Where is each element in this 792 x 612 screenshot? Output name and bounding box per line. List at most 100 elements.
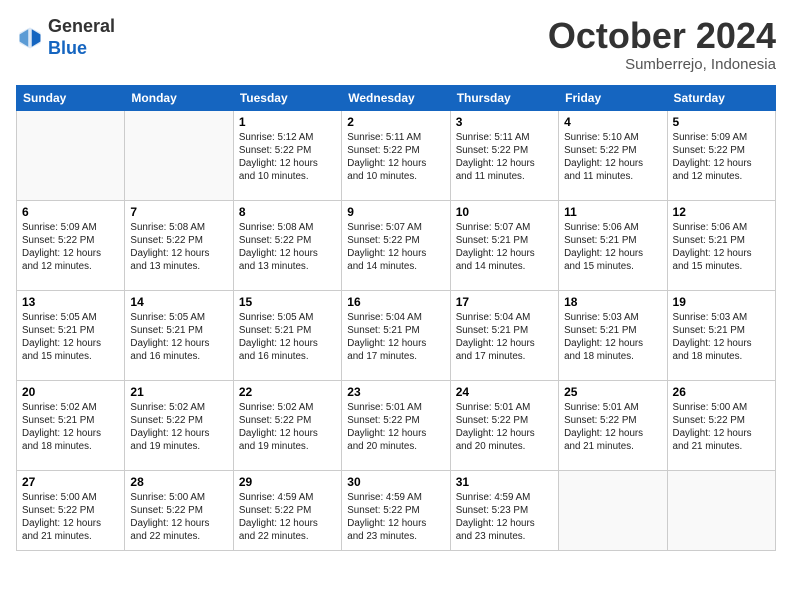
day-info: Sunrise: 5:09 AM Sunset: 5:22 PM Dayligh… — [22, 221, 119, 274]
calendar-cell: 21 Sunrise: 5:02 AM Sunset: 5:22 PM Dayli… — [125, 380, 233, 470]
calendar-week-row: 20 Sunrise: 5:02 AM Sunset: 5:21 PM Dayli… — [17, 380, 776, 470]
calendar-cell: 14Sunrise: 5:05 AM Sunset: 5:21 PM Dayli… — [125, 290, 233, 380]
day-info: Sunrise: 5:08 AM Sunset: 5:22 PM Dayligh… — [239, 221, 336, 274]
day-number: 12 — [673, 205, 770, 219]
day-number: 8 — [239, 205, 336, 219]
calendar-header-row: SundayMondayTuesdayWednesdayThursdayFrid… — [17, 85, 776, 110]
day-number: 5 — [673, 115, 770, 129]
day-info: Sunrise: 5:05 AM Sunset: 5:21 PM Dayligh… — [22, 311, 119, 364]
day-number: 25 — [564, 385, 661, 399]
month-title: October 2024 — [548, 16, 776, 56]
day-info: Sunrise: 4:59 AM Sunset: 5:22 PM Dayligh… — [347, 491, 444, 544]
day-info: Sunrise: 5:00 AM Sunset: 5:22 PM Dayligh… — [22, 491, 119, 544]
calendar-cell: 31Sunrise: 4:59 AM Sunset: 5:23 PM Dayli… — [450, 470, 558, 550]
calendar-cell: 2Sunrise: 5:11 AM Sunset: 5:22 PM Daylig… — [342, 110, 450, 200]
day-info: Sunrise: 5:02 AM Sunset: 5:22 PM Dayligh… — [130, 401, 227, 454]
day-info: Sunrise: 5:03 AM Sunset: 5:21 PM Dayligh… — [673, 311, 770, 364]
day-number: 11 — [564, 205, 661, 219]
day-number: 24 — [456, 385, 553, 399]
day-number: 19 — [673, 295, 770, 309]
logo: General Blue — [16, 16, 115, 59]
day-number: 31 — [456, 475, 553, 489]
day-info: Sunrise: 5:08 AM Sunset: 5:22 PM Dayligh… — [130, 221, 227, 274]
day-info: Sunrise: 5:11 AM Sunset: 5:22 PM Dayligh… — [456, 131, 553, 184]
day-number: 29 — [239, 475, 336, 489]
day-number: 10 — [456, 205, 553, 219]
day-info: Sunrise: 5:11 AM Sunset: 5:22 PM Dayligh… — [347, 131, 444, 184]
calendar-cell: 9 Sunrise: 5:07 AM Sunset: 5:22 PM Daylig… — [342, 200, 450, 290]
day-info: Sunrise: 5:07 AM Sunset: 5:22 PM Dayligh… — [347, 221, 444, 274]
title-block: October 2024 Sumberrejo, Indonesia — [548, 16, 776, 73]
logo-text: General Blue — [48, 16, 115, 59]
day-number: 23 — [347, 385, 444, 399]
calendar-week-row: 6 Sunrise: 5:09 AM Sunset: 5:22 PM Daylig… — [17, 200, 776, 290]
day-number: 14 — [130, 295, 227, 309]
calendar-cell: 16 Sunrise: 5:04 AM Sunset: 5:21 PM Dayli… — [342, 290, 450, 380]
day-info: Sunrise: 5:00 AM Sunset: 5:22 PM Dayligh… — [130, 491, 227, 544]
day-number: 17 — [456, 295, 553, 309]
day-number: 15 — [239, 295, 336, 309]
day-info: Sunrise: 5:01 AM Sunset: 5:22 PM Dayligh… — [564, 401, 661, 454]
calendar-cell: 15 Sunrise: 5:05 AM Sunset: 5:21 PM Dayli… — [233, 290, 341, 380]
day-info: Sunrise: 5:06 AM Sunset: 5:21 PM Dayligh… — [564, 221, 661, 274]
logo-icon — [16, 24, 44, 52]
calendar-header-saturday: Saturday — [667, 85, 775, 110]
calendar-cell: 5 Sunrise: 5:09 AM Sunset: 5:22 PM Daylig… — [667, 110, 775, 200]
day-info: Sunrise: 5:04 AM Sunset: 5:21 PM Dayligh… — [347, 311, 444, 364]
day-info: Sunrise: 5:10 AM Sunset: 5:22 PM Dayligh… — [564, 131, 661, 184]
calendar-header-thursday: Thursday — [450, 85, 558, 110]
calendar-week-row: 1 Sunrise: 5:12 AM Sunset: 5:22 PM Daylig… — [17, 110, 776, 200]
calendar-cell: 17Sunrise: 5:04 AM Sunset: 5:21 PM Dayli… — [450, 290, 558, 380]
day-info: Sunrise: 5:09 AM Sunset: 5:22 PM Dayligh… — [673, 131, 770, 184]
calendar-cell: 6 Sunrise: 5:09 AM Sunset: 5:22 PM Daylig… — [17, 200, 125, 290]
day-info: Sunrise: 5:02 AM Sunset: 5:22 PM Dayligh… — [239, 401, 336, 454]
calendar-header-monday: Monday — [125, 85, 233, 110]
calendar-cell: 1 Sunrise: 5:12 AM Sunset: 5:22 PM Daylig… — [233, 110, 341, 200]
calendar-cell — [559, 470, 667, 550]
day-info: Sunrise: 5:01 AM Sunset: 5:22 PM Dayligh… — [347, 401, 444, 454]
calendar-cell: 12 Sunrise: 5:06 AM Sunset: 5:21 PM Dayli… — [667, 200, 775, 290]
calendar-header-wednesday: Wednesday — [342, 85, 450, 110]
calendar-header-sunday: Sunday — [17, 85, 125, 110]
day-info: Sunrise: 5:05 AM Sunset: 5:21 PM Dayligh… — [239, 311, 336, 364]
calendar-cell: 24 Sunrise: 5:01 AM Sunset: 5:22 PM Dayli… — [450, 380, 558, 470]
calendar-cell: 10 Sunrise: 5:07 AM Sunset: 5:21 PM Dayli… — [450, 200, 558, 290]
day-info: Sunrise: 5:01 AM Sunset: 5:22 PM Dayligh… — [456, 401, 553, 454]
calendar-cell: 29 Sunrise: 4:59 AM Sunset: 5:22 PM Dayli… — [233, 470, 341, 550]
day-info: Sunrise: 5:02 AM Sunset: 5:21 PM Dayligh… — [22, 401, 119, 454]
day-number: 1 — [239, 115, 336, 129]
day-number: 21 — [130, 385, 227, 399]
calendar-week-row: 13 Sunrise: 5:05 AM Sunset: 5:21 PM Dayli… — [17, 290, 776, 380]
calendar-cell: 27 Sunrise: 5:00 AM Sunset: 5:22 PM Dayli… — [17, 470, 125, 550]
day-info: Sunrise: 5:06 AM Sunset: 5:21 PM Dayligh… — [673, 221, 770, 274]
calendar-cell: 7Sunrise: 5:08 AM Sunset: 5:22 PM Daylig… — [125, 200, 233, 290]
calendar-header-friday: Friday — [559, 85, 667, 110]
day-number: 3 — [456, 115, 553, 129]
day-number: 26 — [673, 385, 770, 399]
day-number: 6 — [22, 205, 119, 219]
day-number: 16 — [347, 295, 444, 309]
calendar-cell: 28Sunrise: 5:00 AM Sunset: 5:22 PM Dayli… — [125, 470, 233, 550]
calendar-cell: 4Sunrise: 5:10 AM Sunset: 5:22 PM Daylig… — [559, 110, 667, 200]
calendar-cell: 13 Sunrise: 5:05 AM Sunset: 5:21 PM Dayli… — [17, 290, 125, 380]
day-info: Sunrise: 4:59 AM Sunset: 5:22 PM Dayligh… — [239, 491, 336, 544]
day-number: 13 — [22, 295, 119, 309]
day-info: Sunrise: 5:12 AM Sunset: 5:22 PM Dayligh… — [239, 131, 336, 184]
calendar-cell: 23 Sunrise: 5:01 AM Sunset: 5:22 PM Dayli… — [342, 380, 450, 470]
calendar-cell: 26 Sunrise: 5:00 AM Sunset: 5:22 PM Dayli… — [667, 380, 775, 470]
day-number: 22 — [239, 385, 336, 399]
day-number: 20 — [22, 385, 119, 399]
day-number: 9 — [347, 205, 444, 219]
page-header: General Blue October 2024 Sumberrejo, In… — [16, 16, 776, 73]
calendar-cell — [125, 110, 233, 200]
day-info: Sunrise: 5:07 AM Sunset: 5:21 PM Dayligh… — [456, 221, 553, 274]
day-number: 27 — [22, 475, 119, 489]
calendar-cell: 3 Sunrise: 5:11 AM Sunset: 5:22 PM Daylig… — [450, 110, 558, 200]
day-info: Sunrise: 5:00 AM Sunset: 5:22 PM Dayligh… — [673, 401, 770, 454]
calendar-cell: 11 Sunrise: 5:06 AM Sunset: 5:21 PM Dayli… — [559, 200, 667, 290]
calendar-cell: 30Sunrise: 4:59 AM Sunset: 5:22 PM Dayli… — [342, 470, 450, 550]
calendar-week-row: 27 Sunrise: 5:00 AM Sunset: 5:22 PM Dayli… — [17, 470, 776, 550]
day-number: 18 — [564, 295, 661, 309]
calendar-cell: 19 Sunrise: 5:03 AM Sunset: 5:21 PM Dayli… — [667, 290, 775, 380]
calendar-cell: 18Sunrise: 5:03 AM Sunset: 5:21 PM Dayli… — [559, 290, 667, 380]
